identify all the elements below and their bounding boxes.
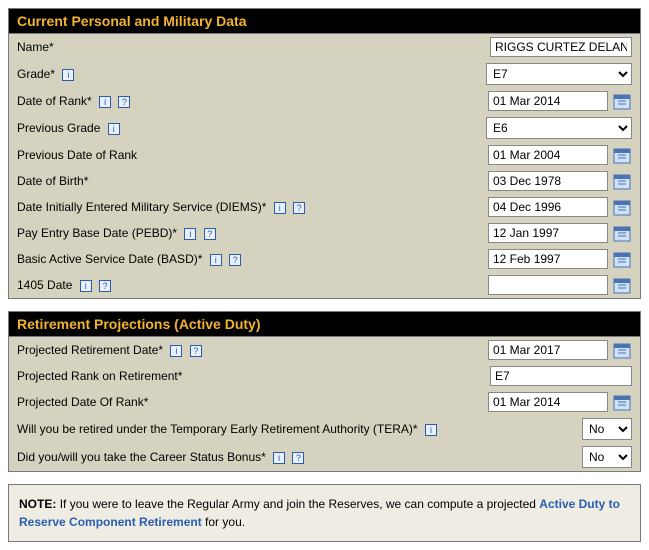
- label-name: Name*: [17, 40, 490, 54]
- select-prev-grade[interactable]: E6: [486, 117, 632, 139]
- select-tera[interactable]: No: [582, 418, 632, 440]
- calendar-icon[interactable]: [612, 223, 632, 243]
- label-diems: Date Initially Entered Military Service …: [17, 200, 266, 214]
- info-icon[interactable]: i: [108, 123, 120, 135]
- label-date-of-rank: Date of Rank*: [17, 94, 92, 108]
- label-basd: Basic Active Service Date (BASD)*: [17, 252, 202, 266]
- help-icon[interactable]: ?: [204, 228, 216, 240]
- input-date-of-rank[interactable]: [488, 91, 608, 111]
- row-proj-rank: Projected Rank on Retirement*: [9, 363, 640, 389]
- row-tera: Will you be retired under the Temporary …: [9, 415, 640, 443]
- calendar-icon[interactable]: [612, 91, 632, 111]
- input-pebd[interactable]: [488, 223, 608, 243]
- input-dob[interactable]: [488, 171, 608, 191]
- row-prev-grade: Previous Grade i E6: [9, 114, 640, 142]
- info-icon[interactable]: i: [99, 96, 111, 108]
- note-box: NOTE: If you were to leave the Regular A…: [8, 484, 641, 542]
- row-dob: Date of Birth*: [9, 168, 640, 194]
- help-icon[interactable]: ?: [190, 345, 202, 357]
- label-pebd: Pay Entry Base Date (PEBD)*: [17, 226, 177, 240]
- info-icon[interactable]: i: [62, 69, 74, 81]
- info-icon[interactable]: i: [184, 228, 196, 240]
- help-icon[interactable]: ?: [118, 96, 130, 108]
- row-grade: Grade* i E7: [9, 60, 640, 88]
- row-1405-date: 1405 Date i ?: [9, 272, 640, 298]
- note-label: NOTE:: [19, 497, 56, 511]
- input-diems[interactable]: [488, 197, 608, 217]
- help-icon[interactable]: ?: [293, 202, 305, 214]
- label-proj-ret-date: Projected Retirement Date*: [17, 343, 163, 357]
- label-proj-rank: Projected Rank on Retirement*: [17, 369, 182, 383]
- label-tera: Will you be retired under the Temporary …: [17, 422, 418, 436]
- personal-military-data-panel: Current Personal and Military Data Name*…: [8, 8, 641, 299]
- section-header: Retirement Projections (Active Duty): [9, 312, 640, 337]
- help-icon[interactable]: ?: [99, 280, 111, 292]
- info-icon[interactable]: i: [273, 452, 285, 464]
- row-csb: Did you/will you take the Career Status …: [9, 443, 640, 471]
- label-1405-date: 1405 Date: [17, 278, 72, 292]
- input-proj-rank[interactable]: [490, 366, 632, 386]
- info-icon[interactable]: i: [210, 254, 222, 266]
- row-proj-ret-date: Projected Retirement Date* i ?: [9, 337, 640, 363]
- calendar-icon[interactable]: [612, 197, 632, 217]
- row-diems: Date Initially Entered Military Service …: [9, 194, 640, 220]
- note-text-pre: If you were to leave the Regular Army an…: [60, 497, 540, 511]
- input-proj-date-of-rank[interactable]: [488, 392, 608, 412]
- row-basd: Basic Active Service Date (BASD)* i ?: [9, 246, 640, 272]
- label-csb: Did you/will you take the Career Status …: [17, 450, 266, 464]
- row-date-of-rank: Date of Rank* i ?: [9, 88, 640, 114]
- label-grade: Grade*: [17, 67, 55, 81]
- help-icon[interactable]: ?: [292, 452, 304, 464]
- retirement-projections-panel: Retirement Projections (Active Duty) Pro…: [8, 311, 641, 472]
- section-header: Current Personal and Military Data: [9, 9, 640, 34]
- label-prev-grade: Previous Grade: [17, 121, 100, 135]
- calendar-icon[interactable]: [612, 340, 632, 360]
- input-name[interactable]: [490, 37, 632, 57]
- row-prev-date-of-rank: Previous Date of Rank: [9, 142, 640, 168]
- calendar-icon[interactable]: [612, 145, 632, 165]
- input-1405-date[interactable]: [488, 275, 608, 295]
- label-prev-date-of-rank: Previous Date of Rank: [17, 148, 137, 162]
- input-proj-ret-date[interactable]: [488, 340, 608, 360]
- row-name: Name*: [9, 34, 640, 60]
- row-proj-date-of-rank: Projected Date Of Rank*: [9, 389, 640, 415]
- info-icon[interactable]: i: [80, 280, 92, 292]
- calendar-icon[interactable]: [612, 171, 632, 191]
- info-icon[interactable]: i: [425, 424, 437, 436]
- label-dob: Date of Birth*: [17, 174, 88, 188]
- help-icon[interactable]: ?: [229, 254, 241, 266]
- note-text-post: for you.: [202, 515, 245, 529]
- info-icon[interactable]: i: [274, 202, 286, 214]
- select-csb[interactable]: No: [582, 446, 632, 468]
- label-proj-date-of-rank: Projected Date Of Rank*: [17, 395, 148, 409]
- calendar-icon[interactable]: [612, 392, 632, 412]
- select-grade[interactable]: E7: [486, 63, 632, 85]
- input-basd[interactable]: [488, 249, 608, 269]
- calendar-icon[interactable]: [612, 275, 632, 295]
- input-prev-date-of-rank[interactable]: [488, 145, 608, 165]
- calendar-icon[interactable]: [612, 249, 632, 269]
- info-icon[interactable]: i: [170, 345, 182, 357]
- row-pebd: Pay Entry Base Date (PEBD)* i ?: [9, 220, 640, 246]
